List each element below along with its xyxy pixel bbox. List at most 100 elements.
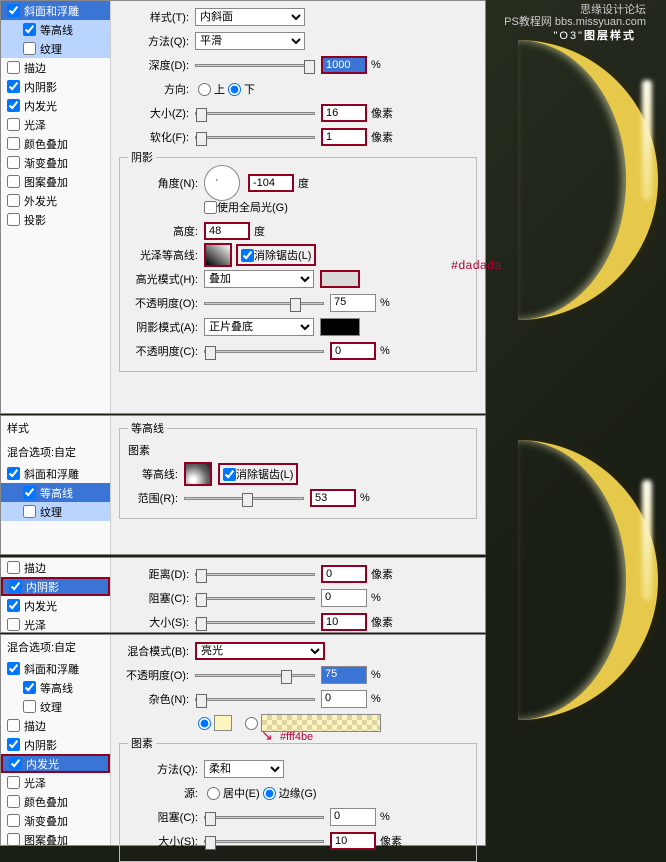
sidebar-item-斜面和浮雕[interactable]: 斜面和浮雕 bbox=[1, 659, 110, 678]
sidebar-check[interactable] bbox=[7, 776, 20, 789]
sidebar-item-光泽[interactable]: 光泽 bbox=[1, 115, 110, 134]
sidebar-check[interactable] bbox=[7, 194, 20, 207]
sidebar-item-纹理[interactable]: 纹理 bbox=[1, 502, 110, 521]
choke4-slider[interactable] bbox=[204, 816, 324, 819]
hilite-swatch[interactable] bbox=[320, 270, 360, 288]
dir-up-radio[interactable] bbox=[198, 83, 211, 96]
sidebar-item-图案叠加[interactable]: 图案叠加 bbox=[1, 830, 110, 849]
antialias-check-2[interactable] bbox=[223, 468, 236, 481]
sidebar-check[interactable] bbox=[7, 118, 20, 131]
method4-select[interactable]: 柔和 bbox=[204, 760, 284, 778]
sidebar-item-颜色叠加[interactable]: 颜色叠加 bbox=[1, 792, 110, 811]
sidebar-check[interactable] bbox=[23, 700, 36, 713]
size-slider[interactable] bbox=[195, 112, 315, 115]
depth-input[interactable]: 1000 bbox=[321, 56, 367, 74]
sidebar-item-等高线[interactable]: 等高线 bbox=[1, 483, 110, 502]
opacity2-input[interactable]: 0 bbox=[330, 342, 376, 360]
hilite-select[interactable]: 叠加 bbox=[204, 270, 314, 288]
sidebar-item-内发光[interactable]: 内发光 bbox=[1, 96, 110, 115]
sidebar-check[interactable] bbox=[7, 213, 20, 226]
sidebar-item-内发光[interactable]: 内发光 bbox=[1, 596, 110, 615]
sidebar-item-描边[interactable]: 描边 bbox=[1, 716, 110, 735]
size4-slider[interactable] bbox=[204, 840, 324, 843]
altitude-input[interactable]: 48 bbox=[204, 222, 250, 240]
opacity2-slider[interactable] bbox=[204, 350, 324, 353]
sidebar-check[interactable] bbox=[7, 662, 20, 675]
sidebar-check[interactable] bbox=[9, 757, 22, 770]
sidebar-check[interactable] bbox=[7, 4, 20, 17]
size3-input[interactable]: 10 bbox=[321, 613, 367, 631]
sidebar-item-投影[interactable]: 投影 bbox=[1, 210, 110, 229]
sidebar-item-等高线[interactable]: 等高线 bbox=[1, 20, 110, 39]
soften-input[interactable]: 1 bbox=[321, 128, 367, 146]
sidebar-item-描边[interactable]: 描边 bbox=[1, 58, 110, 77]
sidebar-check[interactable] bbox=[7, 814, 20, 827]
sidebar-item-颜色叠加[interactable]: 颜色叠加 bbox=[1, 134, 110, 153]
sidebar-item-纹理[interactable]: 纹理 bbox=[1, 39, 110, 58]
choke4-input[interactable]: 0 bbox=[330, 808, 376, 826]
style-select[interactable]: 内斜面 bbox=[195, 8, 305, 26]
sidebar-check[interactable] bbox=[23, 23, 36, 36]
dist-input[interactable]: 0 bbox=[321, 565, 367, 583]
range-slider[interactable] bbox=[184, 497, 304, 500]
sidebar-item-外发光[interactable]: 外发光 bbox=[1, 191, 110, 210]
sidebar-item-图案叠加[interactable]: 图案叠加 bbox=[1, 172, 110, 191]
sidebar-item-光泽[interactable]: 光泽 bbox=[1, 773, 110, 792]
gloss-contour-thumb[interactable] bbox=[204, 243, 232, 267]
soften-slider[interactable] bbox=[195, 136, 315, 139]
sidebar-check[interactable] bbox=[7, 738, 20, 751]
sidebar-item-描边[interactable]: 描边 bbox=[1, 558, 110, 577]
sidebar-check[interactable] bbox=[7, 99, 20, 112]
method-select[interactable]: 平滑 bbox=[195, 32, 305, 50]
sidebar-check[interactable] bbox=[23, 486, 36, 499]
shadow-swatch[interactable] bbox=[320, 318, 360, 336]
source-center-radio[interactable] bbox=[207, 787, 220, 800]
sidebar-check[interactable] bbox=[7, 833, 20, 846]
sidebar-check[interactable] bbox=[23, 505, 36, 518]
sidebar-check[interactable] bbox=[9, 580, 22, 593]
sidebar-check[interactable] bbox=[7, 795, 20, 808]
sidebar-check[interactable] bbox=[7, 175, 20, 188]
sidebar-check[interactable] bbox=[7, 561, 20, 574]
noise-input[interactable]: 0 bbox=[321, 690, 367, 708]
sidebar-check[interactable] bbox=[7, 618, 20, 631]
size-input[interactable]: 16 bbox=[321, 104, 367, 122]
sidebar-item-纹理[interactable]: 纹理 bbox=[1, 697, 110, 716]
sidebar-item-斜面和浮雕[interactable]: 斜面和浮雕 bbox=[1, 1, 110, 20]
glow-color-swatch[interactable] bbox=[214, 715, 232, 731]
sidebar-item-等高线[interactable]: 等高线 bbox=[1, 678, 110, 697]
contour-thumb[interactable] bbox=[184, 462, 212, 486]
sidebar-check[interactable] bbox=[7, 467, 20, 480]
global-light-check[interactable] bbox=[204, 201, 217, 214]
noise-slider[interactable] bbox=[195, 698, 315, 701]
dist-slider[interactable] bbox=[195, 573, 315, 576]
shadow-mode-select[interactable]: 正片叠底 bbox=[204, 318, 314, 336]
size3-slider[interactable] bbox=[195, 621, 315, 624]
sidebar-item-内阴影[interactable]: 内阴影 bbox=[1, 77, 110, 96]
choke-input[interactable]: 0 bbox=[321, 589, 367, 607]
antialias-check[interactable] bbox=[241, 249, 254, 262]
glow-color-radio[interactable] bbox=[198, 717, 211, 730]
range-input[interactable]: 53 bbox=[310, 489, 356, 507]
sidebar-item-内发光[interactable]: 内发光 bbox=[1, 754, 110, 773]
opacity-slider[interactable] bbox=[204, 302, 324, 305]
opacity-input[interactable]: 75 bbox=[330, 294, 376, 312]
angle-input[interactable]: -104 bbox=[248, 174, 294, 192]
dir-down-radio[interactable] bbox=[228, 83, 241, 96]
sidebar-item-内阴影[interactable]: 内阴影 bbox=[1, 577, 110, 596]
sidebar-check[interactable] bbox=[7, 80, 20, 93]
angle-dial[interactable]: · bbox=[204, 165, 240, 201]
sidebar-check[interactable] bbox=[7, 599, 20, 612]
sidebar-check[interactable] bbox=[7, 156, 20, 169]
opacity4-slider[interactable] bbox=[195, 674, 315, 677]
opacity4-input[interactable]: 75 bbox=[321, 666, 367, 684]
source-edge-radio[interactable] bbox=[263, 787, 276, 800]
blend-select[interactable]: 亮光 bbox=[195, 642, 325, 660]
sidebar-item-光泽[interactable]: 光泽 bbox=[1, 615, 110, 634]
sidebar-check[interactable] bbox=[23, 42, 36, 55]
sidebar-item-渐变叠加[interactable]: 渐变叠加 bbox=[1, 811, 110, 830]
choke-slider[interactable] bbox=[195, 597, 315, 600]
depth-slider[interactable] bbox=[195, 64, 315, 67]
sidebar-check[interactable] bbox=[7, 137, 20, 150]
sidebar-item-渐变叠加[interactable]: 渐变叠加 bbox=[1, 153, 110, 172]
